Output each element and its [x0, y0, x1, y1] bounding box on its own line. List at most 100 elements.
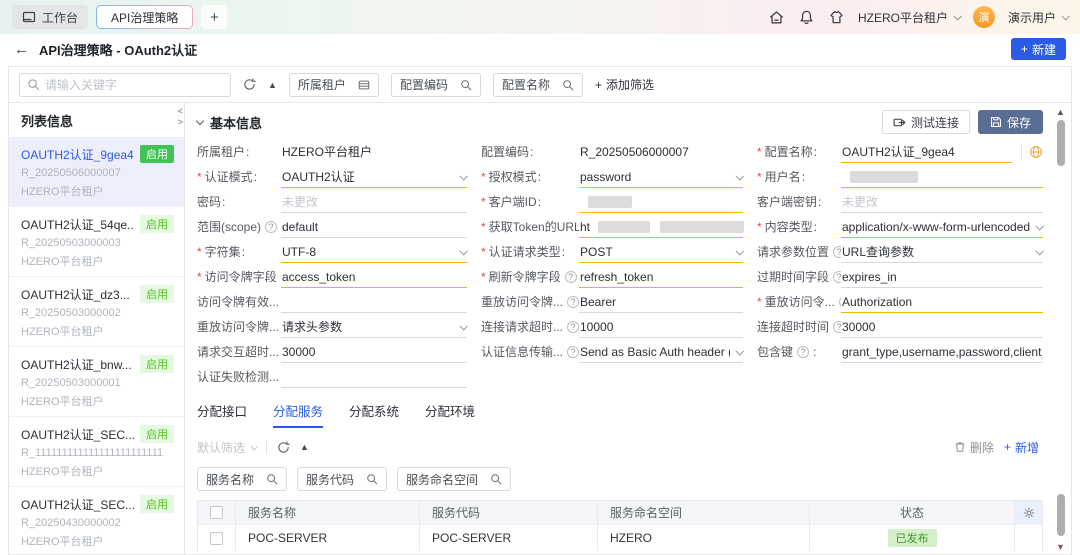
- field-value[interactable]: POST: [579, 241, 743, 263]
- field-value[interactable]: default: [281, 216, 467, 238]
- help-icon[interactable]: ?: [567, 296, 579, 308]
- scroll-down-icon[interactable]: ▼: [1056, 542, 1065, 552]
- config-list-item[interactable]: OAUTH2认证_bnw... 启用 R_20250503000001 HZER…: [9, 347, 184, 417]
- tab-assign-env[interactable]: 分配环境: [425, 401, 475, 428]
- test-connection-button[interactable]: 测试连接: [882, 110, 970, 134]
- column-header-namespace[interactable]: 服务命名空间: [598, 501, 810, 524]
- field-value[interactable]: grant_type,username,password,client_id,c…: [841, 341, 1043, 363]
- add-filter-button[interactable]: + 添加筛选: [595, 76, 654, 93]
- tab-assign-service[interactable]: 分配服务: [273, 401, 323, 428]
- field-value[interactable]: Authorization: [841, 291, 1043, 313]
- refresh-icon[interactable]: [277, 441, 290, 454]
- keyword-search-input[interactable]: [45, 78, 223, 92]
- workspace-tab[interactable]: 工作台: [12, 5, 88, 29]
- field-value[interactable]: OAUTH2认证_9gea4: [841, 141, 1012, 163]
- field-value[interactable]: URL查询参数: [841, 241, 1043, 263]
- scrollbar[interactable]: ▲ ▼: [1055, 103, 1067, 554]
- field-value[interactable]: 未更改: [841, 191, 1043, 213]
- gear-icon[interactable]: [1023, 507, 1035, 519]
- tab-api-governance[interactable]: API治理策略: [96, 5, 193, 29]
- field-value[interactable]: Bearer: [579, 291, 743, 313]
- field-value[interactable]: [281, 291, 467, 313]
- field-value[interactable]: 未更改: [281, 191, 467, 213]
- config-list-item[interactable]: OAUTH2认证_dz3... 启用 R_20250503000002 HZER…: [9, 277, 184, 347]
- field-value[interactable]: ht: [579, 216, 743, 238]
- save-button[interactable]: 保存: [978, 110, 1043, 134]
- field-value[interactable]: 30000: [281, 341, 467, 363]
- filter-chip-tenant[interactable]: 所属租户: [289, 73, 379, 97]
- panel-right-icon[interactable]: >: [178, 117, 183, 128]
- field-value[interactable]: 请求头参数: [281, 316, 467, 338]
- config-list-item[interactable]: OAUTH2认证_SEC... 启用 R_20250430000002 HZER…: [9, 487, 184, 554]
- help-icon[interactable]: ?: [833, 321, 841, 333]
- scrollbar-thumb[interactable]: [1057, 120, 1065, 166]
- config-list-item[interactable]: OAUTH2认证_9gea4 启用 R_20250506000007 HZERO…: [9, 137, 184, 207]
- column-header-status[interactable]: 状态: [810, 501, 1015, 524]
- chevron-down-icon[interactable]: [730, 349, 742, 355]
- field-value[interactable]: application/x-www-form-urlencoded: [841, 216, 1043, 238]
- help-icon[interactable]: ?: [565, 271, 577, 283]
- field-value[interactable]: [841, 166, 1043, 188]
- new-button[interactable]: + 新建: [1011, 38, 1066, 60]
- row-checkbox[interactable]: [210, 532, 223, 545]
- collapse-icon[interactable]: ▲: [300, 442, 309, 452]
- help-icon[interactable]: ?: [567, 346, 579, 358]
- add-row-button[interactable]: + 新增: [1004, 439, 1039, 456]
- chevron-down-icon[interactable]: [1030, 224, 1042, 230]
- default-filter-dropdown[interactable]: 默认筛选: [197, 439, 256, 456]
- collapse-icon[interactable]: ▲: [268, 80, 277, 90]
- field-value[interactable]: [579, 191, 743, 213]
- chevron-down-icon[interactable]: [730, 174, 742, 180]
- field-value[interactable]: UTF-8: [281, 241, 467, 263]
- help-icon[interactable]: ?: [265, 221, 277, 233]
- bell-icon[interactable]: [798, 9, 815, 26]
- search-box[interactable]: [19, 73, 231, 97]
- tenant-switcher[interactable]: HZERO平台租户: [858, 9, 960, 26]
- filter-chip-service-name[interactable]: 服务名称: [197, 467, 287, 491]
- section-basic-info[interactable]: 基本信息: [197, 113, 262, 132]
- panel-left-icon[interactable]: <: [178, 106, 183, 117]
- field-value[interactable]: access_token: [281, 266, 467, 288]
- filter-chip-config-name[interactable]: 配置名称: [493, 73, 583, 97]
- select-all-checkbox[interactable]: [210, 506, 223, 519]
- help-icon[interactable]: ?: [833, 271, 841, 283]
- filter-chip-service-namespace[interactable]: 服务命名空间: [397, 467, 511, 491]
- field-value[interactable]: password: [579, 166, 743, 188]
- scrollbar-thumb[interactable]: [1057, 494, 1065, 536]
- config-list-item[interactable]: OAUTH2认证_54qe... 启用 R_20250503000003 HZE…: [9, 207, 184, 277]
- help-icon[interactable]: ?: [833, 246, 841, 258]
- back-icon[interactable]: ←: [14, 41, 29, 58]
- panel-collapse-control[interactable]: < >: [178, 106, 183, 128]
- filter-chip-service-code[interactable]: 服务代码: [297, 467, 387, 491]
- new-tab-button[interactable]: +: [201, 5, 227, 29]
- chevron-down-icon[interactable]: [1030, 249, 1042, 255]
- user-menu[interactable]: 演示用户: [1008, 9, 1068, 26]
- chevron-down-icon[interactable]: [454, 174, 466, 180]
- field-value[interactable]: 10000: [579, 316, 743, 338]
- chevron-down-icon[interactable]: [454, 324, 466, 330]
- theme-icon[interactable]: [828, 9, 845, 26]
- tab-assign-system[interactable]: 分配系统: [349, 401, 399, 428]
- chevron-down-icon[interactable]: [730, 249, 742, 255]
- field-value[interactable]: Send as Basic Auth header (default): [579, 341, 743, 363]
- help-icon[interactable]: ?: [797, 346, 809, 358]
- delete-button[interactable]: 删除: [954, 439, 994, 456]
- field-value[interactable]: [281, 366, 467, 388]
- table-row[interactable]: POC-SERVER POC-SERVER HZERO 已发布: [198, 524, 1042, 551]
- column-header-service-code[interactable]: 服务代码: [420, 501, 598, 524]
- field-value[interactable]: expires_in: [841, 266, 1043, 288]
- field-value[interactable]: 30000: [841, 316, 1043, 338]
- config-list-item[interactable]: OAUTH2认证_SEC... 启用 R_1111111111111111111…: [9, 417, 184, 487]
- globe-icon[interactable]: [1029, 145, 1043, 159]
- home-icon[interactable]: [768, 9, 785, 26]
- chevron-down-icon[interactable]: [454, 249, 466, 255]
- filter-chip-config-code[interactable]: 配置编码: [391, 73, 481, 97]
- refresh-icon[interactable]: [243, 78, 256, 91]
- field-value[interactable]: OAUTH2认证: [281, 166, 467, 188]
- tab-assign-api[interactable]: 分配接口: [197, 401, 247, 428]
- avatar[interactable]: 演: [973, 6, 995, 28]
- field-value[interactable]: refresh_token: [579, 266, 743, 288]
- scroll-up-icon[interactable]: ▲: [1056, 107, 1065, 117]
- column-header-service-name[interactable]: 服务名称: [236, 501, 420, 524]
- help-icon[interactable]: ?: [567, 321, 579, 333]
